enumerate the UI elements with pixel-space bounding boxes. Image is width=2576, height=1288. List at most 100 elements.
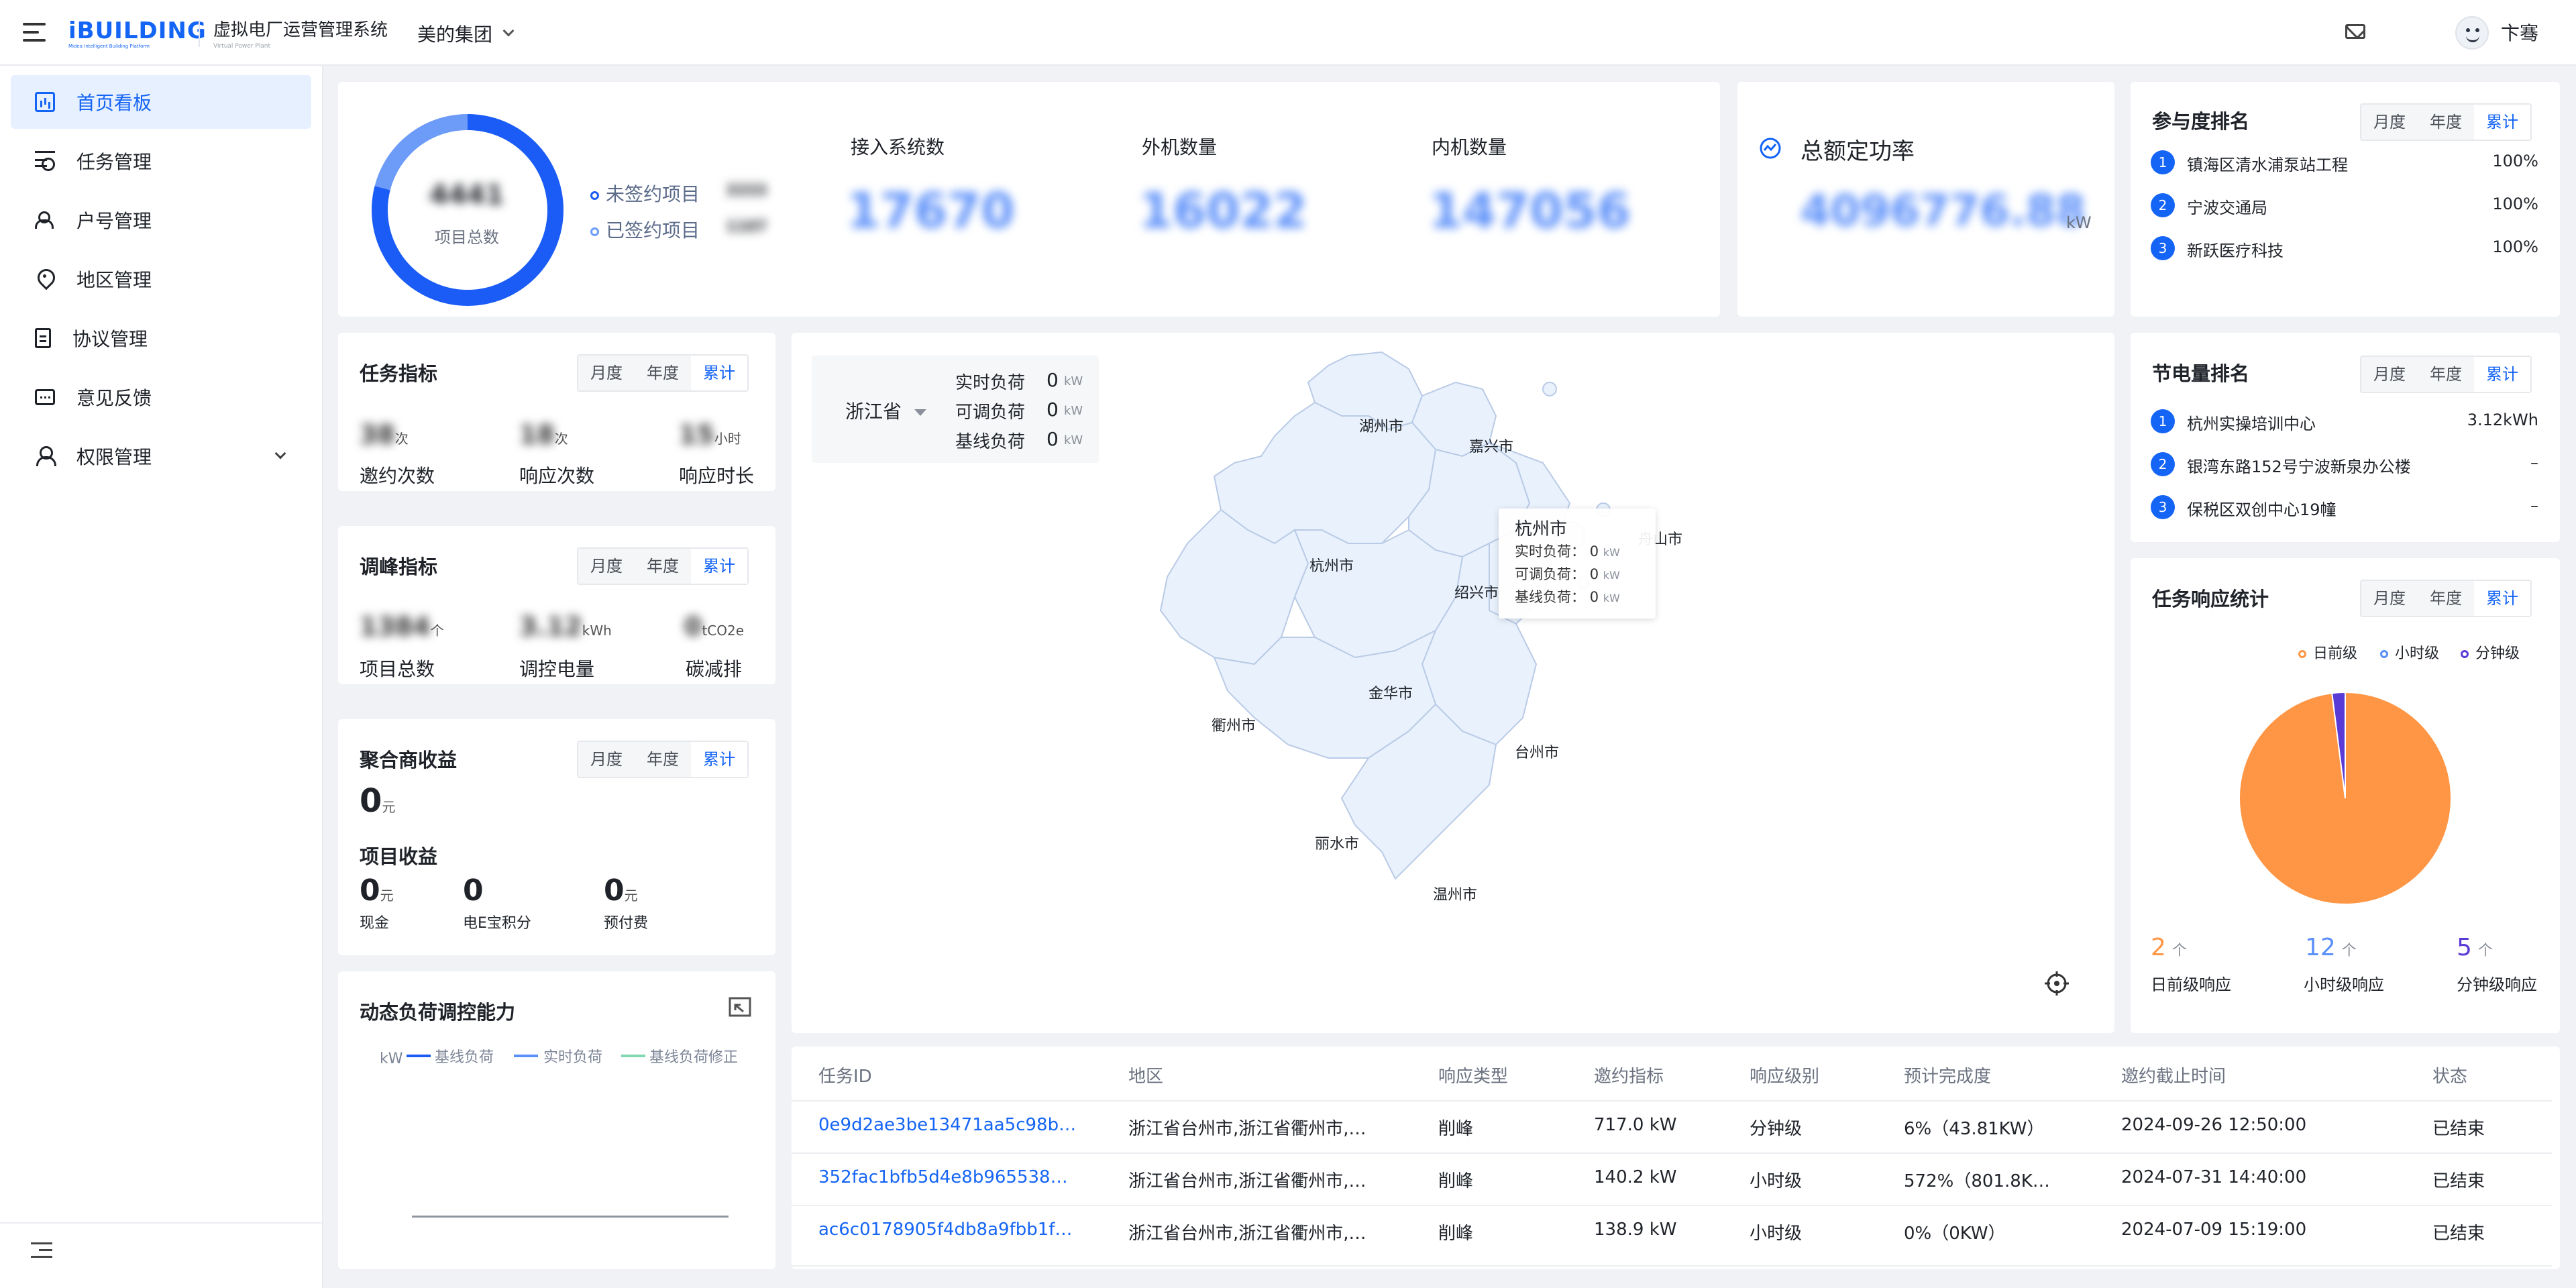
rank-badge: 3 bbox=[2151, 495, 2175, 519]
city-label: 温州市 bbox=[1433, 887, 1478, 904]
table-cell: 削峰 bbox=[1438, 1171, 1474, 1191]
income-points: 0 bbox=[463, 873, 484, 908]
logo: iBUILDING Midea Intelligent Building Pla… bbox=[68, 17, 207, 49]
user-name[interactable]: 卞骞 bbox=[2501, 20, 2538, 47]
task-metrics-title: 任务指标 bbox=[360, 362, 438, 385]
task-id-link[interactable]: 0e9d2ae3be13471aa5c98b… bbox=[818, 1115, 1107, 1135]
tab-year[interactable]: 年度 bbox=[2418, 581, 2474, 616]
tab-total[interactable]: 累计 bbox=[2474, 581, 2530, 616]
sidebar-item-permissions[interactable]: 权限管理 bbox=[11, 429, 311, 483]
x-axis-line bbox=[412, 1216, 729, 1218]
sidebar-item-label: 协议管理 bbox=[72, 328, 148, 350]
divider bbox=[792, 1205, 2552, 1206]
menu-icon[interactable] bbox=[23, 23, 46, 42]
zhejiang-map[interactable] bbox=[1140, 342, 1771, 1020]
map-tooltip: 杭州市 实时负荷： 0 kW 可调负荷： 0 kW 基线负荷： 0 kW bbox=[1499, 508, 1656, 619]
table-cell: 2024-07-31 14:40:00 bbox=[2121, 1167, 2307, 1187]
table-cell: 小时级 bbox=[1750, 1224, 1803, 1244]
tab-year[interactable]: 年度 bbox=[635, 742, 691, 777]
tab-year[interactable]: 年度 bbox=[635, 549, 691, 584]
sidebar-item-dashboard[interactable]: 首页看板 bbox=[11, 75, 311, 129]
tab-month[interactable]: 月度 bbox=[578, 356, 635, 390]
city-label: 台州市 bbox=[1515, 745, 1560, 761]
tab-month[interactable]: 月度 bbox=[2361, 105, 2418, 140]
column-header: 任务ID bbox=[818, 1067, 872, 1087]
tab-total[interactable]: 累计 bbox=[691, 549, 747, 584]
expand-icon[interactable] bbox=[729, 997, 751, 1017]
sidebar-item-label: 户号管理 bbox=[76, 210, 152, 232]
rank-value: 100% bbox=[2492, 237, 2538, 256]
metric-invite: 38次 bbox=[360, 420, 409, 449]
legend-swatch bbox=[514, 1055, 538, 1057]
province-selector[interactable]: 浙江省 bbox=[845, 397, 926, 424]
stat-label: 接入系统数 bbox=[851, 136, 945, 158]
rank-badge: 2 bbox=[2151, 452, 2175, 476]
rated-power-title: 总额定功率 bbox=[1801, 138, 1915, 165]
group-name: 美的集团 bbox=[417, 23, 493, 46]
tab-year[interactable]: 年度 bbox=[2418, 105, 2474, 140]
task-id-link[interactable]: 352fac1bfb5d4e8b965538… bbox=[818, 1167, 1107, 1187]
city-label: 衢州市 bbox=[1212, 718, 1256, 735]
sidebar-item-accounts[interactable]: 户号管理 bbox=[11, 193, 311, 247]
sidebar: 首页看板 任务管理 户号管理 地区管理 协议管理 意见反馈 权限管理 bbox=[0, 66, 323, 1288]
unit-label: kW bbox=[1064, 404, 1083, 418]
sidebar-item-regions[interactable]: 地区管理 bbox=[11, 252, 311, 306]
peak-period-tabs: 月度 年度 累计 bbox=[577, 547, 749, 585]
table-cell: 0%（0KW） bbox=[1904, 1224, 2006, 1244]
legend-baseline-corrected: 基线负荷修正 bbox=[649, 1049, 739, 1066]
tab-month[interactable]: 月度 bbox=[2361, 357, 2418, 392]
avatar[interactable] bbox=[2455, 16, 2489, 50]
task-period-tabs: 月度 年度 累计 bbox=[577, 354, 749, 392]
mail-icon[interactable] bbox=[2345, 24, 2365, 39]
sidebar-item-tasks[interactable]: 任务管理 bbox=[11, 134, 311, 188]
legend-dot-icon bbox=[2380, 650, 2388, 658]
locate-icon[interactable] bbox=[2043, 970, 2070, 997]
tab-year[interactable]: 年度 bbox=[635, 356, 691, 390]
response-pie-chart bbox=[2239, 691, 2452, 905]
tab-total[interactable]: 累计 bbox=[2474, 357, 2530, 392]
income-prepaid: 0元 bbox=[604, 873, 638, 908]
tab-total[interactable]: 累计 bbox=[2474, 105, 2530, 140]
table-cell: 分钟级 bbox=[1750, 1119, 1803, 1139]
rank-badge: 2 bbox=[2151, 193, 2175, 217]
unsigned-projects: 未签约项目 bbox=[590, 180, 700, 207]
signed-value: 1107 bbox=[726, 219, 767, 235]
column-header: 地区 bbox=[1128, 1067, 1164, 1087]
stat-value: 16022 bbox=[1139, 182, 1307, 239]
collapse-sidebar-icon[interactable] bbox=[31, 1242, 52, 1260]
rank-name: 宁波交通局 bbox=[2187, 199, 2267, 217]
task-id-link[interactable]: ac6c0178905f4db8a9fbb1f… bbox=[818, 1220, 1107, 1240]
legend-swatch bbox=[621, 1055, 645, 1057]
tab-month[interactable]: 月度 bbox=[578, 742, 635, 777]
table-cell: 削峰 bbox=[1438, 1224, 1474, 1244]
sidebar-item-agreements[interactable]: 协议管理 bbox=[11, 311, 311, 365]
legend-day-ahead: 日前级 bbox=[2298, 641, 2357, 663]
project-income-title: 项目收益 bbox=[360, 845, 438, 868]
tab-month[interactable]: 月度 bbox=[2361, 581, 2418, 616]
rank-name: 保税区双创中心19幢 bbox=[2187, 500, 2337, 519]
divider bbox=[792, 1265, 2552, 1267]
group-selector[interactable]: 美的集团 bbox=[417, 20, 515, 47]
aggregator-period-tabs: 月度 年度 累计 bbox=[577, 741, 749, 778]
metric-duration: 15小时 bbox=[679, 420, 741, 449]
tab-month[interactable]: 月度 bbox=[578, 549, 635, 584]
tab-total[interactable]: 累计 bbox=[691, 356, 747, 390]
metric-label: 邀约次数 bbox=[360, 465, 435, 487]
column-header: 邀约截止时间 bbox=[2121, 1067, 2226, 1087]
unit-label: kW bbox=[1064, 374, 1083, 388]
sidebar-item-feedback[interactable]: 意见反馈 bbox=[11, 370, 311, 424]
unit-label: kW bbox=[1064, 433, 1083, 447]
table-cell: 140.2 kW bbox=[1594, 1167, 1677, 1187]
adjustable-load-value: 0 bbox=[1046, 398, 1059, 421]
legend-dot-icon bbox=[2298, 650, 2306, 658]
response-period-tabs: 月度 年度 累计 bbox=[2360, 580, 2532, 617]
sidebar-item-label: 首页看板 bbox=[76, 92, 152, 114]
system-name: 虚拟电厂运营管理系统 Virtual Power Plant bbox=[213, 20, 388, 50]
tooltip-city: 杭州市 bbox=[1515, 519, 1568, 539]
energy-period-tabs: 月度 年度 累计 bbox=[2360, 356, 2532, 393]
task-icon bbox=[35, 151, 55, 171]
table-cell: 2024-09-26 12:50:00 bbox=[2121, 1115, 2307, 1135]
city-label: 绍兴市 bbox=[1454, 585, 1499, 602]
tab-year[interactable]: 年度 bbox=[2418, 357, 2474, 392]
tab-total[interactable]: 累计 bbox=[691, 742, 747, 777]
